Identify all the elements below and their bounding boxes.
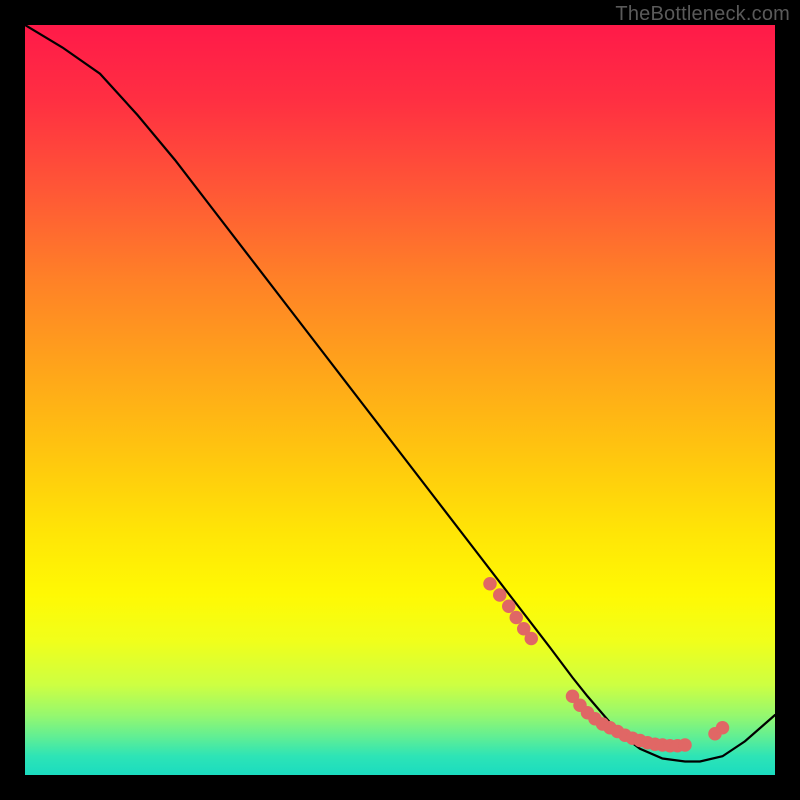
highlight-dot [510, 611, 524, 625]
highlight-dot [483, 577, 496, 591]
chart-stage: TheBottleneck.com [0, 0, 800, 800]
highlight-dots [483, 577, 729, 753]
highlight-dot [678, 738, 692, 752]
highlight-dot [502, 600, 516, 614]
plot-area [25, 25, 775, 775]
highlight-dot [493, 588, 507, 602]
highlight-dot [525, 632, 539, 646]
plot-overlay [25, 25, 775, 775]
highlight-dot [716, 721, 730, 735]
bottleneck-curve [25, 25, 775, 762]
watermark-text: TheBottleneck.com [615, 3, 790, 26]
